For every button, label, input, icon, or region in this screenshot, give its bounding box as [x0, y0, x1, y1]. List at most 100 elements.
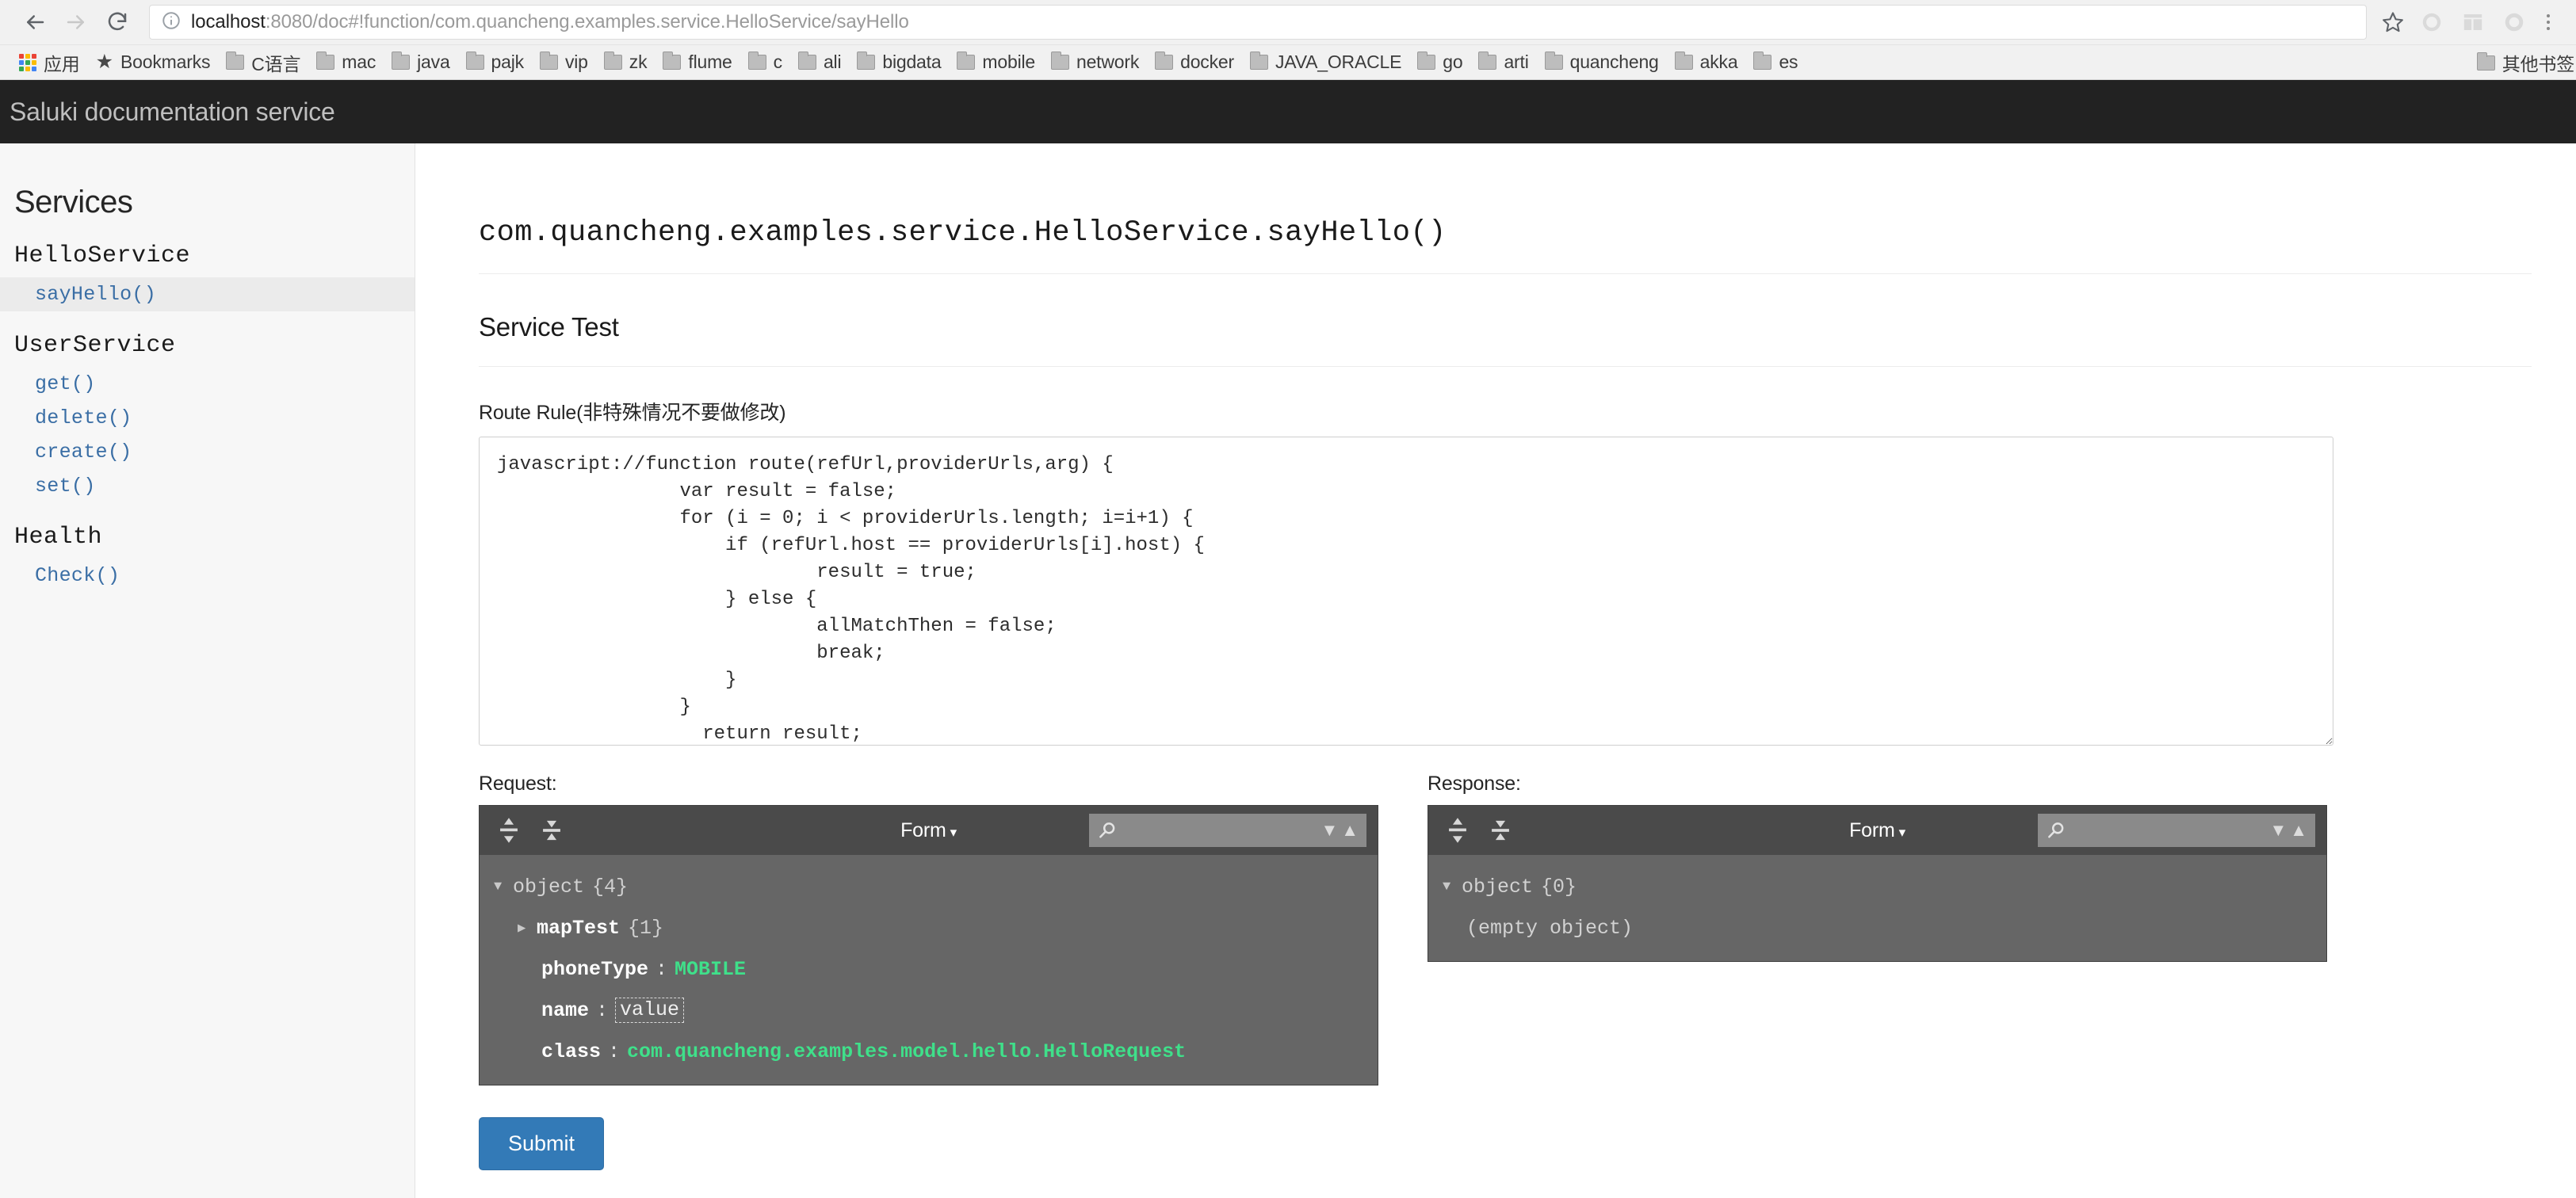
info-circle-icon[interactable] [161, 10, 182, 35]
route-rule-label: Route Rule(非特殊情况不要做修改) [479, 397, 2532, 425]
chevron-right-icon[interactable]: ▶ [518, 920, 537, 937]
folder-icon [1051, 55, 1069, 70]
expand-all-icon[interactable] [491, 812, 527, 849]
bookmark-folder[interactable]: java [384, 48, 457, 77]
bookmark-apps[interactable]: 应用 [11, 48, 88, 77]
other-bookmarks-button[interactable]: 其他书签 [2469, 48, 2576, 77]
address-bar[interactable]: localhost:8080/doc#!function/com.quanche… [149, 5, 2367, 40]
bookmark-folder[interactable]: mobile [949, 48, 1043, 77]
search-next-icon[interactable]: ▼ [2269, 822, 2287, 839]
json-root-count: {4} [592, 876, 628, 898]
bookmark-folder[interactable]: network [1043, 48, 1147, 77]
search-prev-icon[interactable]: ▲ [2290, 822, 2307, 839]
folder-icon [1250, 55, 1268, 70]
bookmark-folder[interactable]: C语言 [218, 48, 308, 77]
request-search-nav[interactable]: ▼ ▲ [1320, 822, 1359, 839]
bookmark-folder[interactable]: docker [1147, 48, 1242, 77]
json-count: {1} [628, 917, 663, 940]
json-row-class[interactable]: class : com.quancheng.examples.model.hel… [480, 1031, 1378, 1072]
bookmark-folder[interactable]: pajk [458, 48, 532, 77]
chevron-down-icon[interactable]: ▼ [494, 879, 513, 895]
json-key[interactable]: class [541, 1040, 601, 1063]
bookmark-label: pajk [491, 52, 524, 73]
sidebar-item-delete[interactable]: delete() [0, 401, 415, 435]
back-arrow-icon[interactable] [14, 2, 55, 43]
bookmark-folder[interactable]: arti [1470, 48, 1536, 77]
collapse-all-icon[interactable] [1482, 812, 1519, 849]
json-value[interactable]: MOBILE [675, 958, 746, 981]
bookmark-folder[interactable]: bigdata [849, 48, 949, 77]
forward-arrow-icon[interactable] [55, 2, 97, 43]
json-row-name[interactable]: name : value [480, 990, 1378, 1031]
response-json-editor[interactable]: Form▾ ▼ ▲ [1428, 805, 2327, 962]
request-editor-toolbar: Form▾ ▼ ▲ [480, 806, 1378, 855]
bookmark-label: flume [688, 52, 732, 73]
star-icon: ★ [96, 52, 113, 72]
response-mode-dropdown[interactable]: Form▾ [1802, 819, 1953, 842]
submit-button[interactable]: Submit [479, 1117, 604, 1170]
json-root-row[interactable]: ▼ object {4} [480, 866, 1378, 907]
bookmark-bookmarks[interactable]: ★ Bookmarks [88, 48, 219, 77]
star-outline-icon[interactable] [2375, 4, 2411, 40]
section-divider [479, 366, 2532, 367]
bookmark-label: mobile [982, 52, 1035, 73]
response-search-input[interactable] [2073, 819, 2269, 841]
search-prev-icon[interactable]: ▲ [1341, 822, 1359, 839]
bookmark-folder[interactable]: c [740, 48, 790, 77]
bookmark-label: c [774, 52, 782, 73]
request-label: Request: [479, 773, 1378, 795]
chevron-down-icon[interactable]: ▼ [1443, 879, 1462, 895]
sidebar-item-check[interactable]: Check() [0, 559, 415, 593]
folder-icon [226, 55, 244, 70]
bookmark-folder[interactable]: zk [596, 48, 655, 77]
json-key[interactable]: name [541, 999, 589, 1022]
json-root-row[interactable]: ▼ object {0} [1428, 866, 2326, 907]
route-rule-textarea[interactable] [479, 437, 2333, 746]
bookmark-folder[interactable]: vip [532, 48, 596, 77]
json-value[interactable]: com.quancheng.examples.model.hello.Hello… [627, 1040, 1186, 1063]
bookmark-folder[interactable]: flume [655, 48, 740, 77]
request-mode-label: Form [900, 819, 946, 841]
search-next-icon[interactable]: ▼ [1320, 822, 1338, 839]
expand-all-icon[interactable] [1439, 812, 1476, 849]
json-value-editable[interactable]: value [615, 998, 684, 1023]
menu-dots-icon[interactable] [2535, 5, 2562, 40]
extension-icon-2[interactable] [2452, 5, 2494, 40]
collapse-all-icon[interactable] [533, 812, 570, 849]
extension-icon-1[interactable] [2411, 5, 2452, 40]
request-json-tree: ▼ object {4} ▶ mapTest {1} phoneType [480, 855, 1378, 1085]
json-key[interactable]: mapTest [537, 917, 620, 940]
app-title: Saluki documentation service [10, 97, 335, 127]
bookmark-folder[interactable]: ali [790, 48, 849, 77]
request-search-box[interactable]: ▼ ▲ [1089, 814, 1366, 847]
json-separator: : [608, 1040, 620, 1063]
apps-grid-icon [19, 54, 36, 71]
response-search-box[interactable]: ▼ ▲ [2038, 814, 2315, 847]
bookmark-folder[interactable]: akka [1667, 48, 1746, 77]
page-body: Services HelloService sayHello() UserSer… [0, 80, 2576, 1198]
bookmark-folder[interactable]: JAVA_ORACLE [1242, 48, 1409, 77]
sidebar-group-userservice: UserService get() delete() create() set(… [0, 332, 415, 503]
request-search-input[interactable] [1124, 819, 1320, 841]
json-key[interactable]: phoneType [541, 958, 648, 981]
bookmark-label: quancheng [1570, 52, 1659, 73]
browser-chrome: localhost:8080/doc#!function/com.quanche… [0, 0, 2576, 80]
bookmark-folder[interactable]: mac [308, 48, 384, 77]
bookmark-folder[interactable]: quancheng [1537, 48, 1667, 77]
json-row-phonetype[interactable]: phoneType : MOBILE [480, 948, 1378, 990]
sidebar-item-get[interactable]: get() [0, 367, 415, 401]
response-search-nav[interactable]: ▼ ▲ [2269, 822, 2307, 839]
bookmark-folder[interactable]: es [1745, 48, 1806, 77]
reload-icon[interactable] [97, 2, 138, 43]
bookmark-folder[interactable]: go [1409, 48, 1470, 77]
sidebar-item-set[interactable]: set() [0, 469, 415, 503]
json-row-maptest[interactable]: ▶ mapTest {1} [480, 907, 1378, 948]
sidebar-item-create[interactable]: create() [0, 435, 415, 469]
sidebar: Services HelloService sayHello() UserSer… [0, 143, 415, 1198]
page-title: com.quancheng.examples.service.HelloServ… [479, 216, 2532, 250]
extension-icon-3[interactable] [2494, 5, 2535, 40]
sidebar-item-sayhello[interactable]: sayHello() [0, 277, 415, 311]
request-json-editor[interactable]: Form▾ ▼ ▲ [479, 805, 1378, 1085]
request-mode-dropdown[interactable]: Form▾ [854, 819, 1004, 842]
service-test-heading: Service Test [479, 312, 2532, 342]
